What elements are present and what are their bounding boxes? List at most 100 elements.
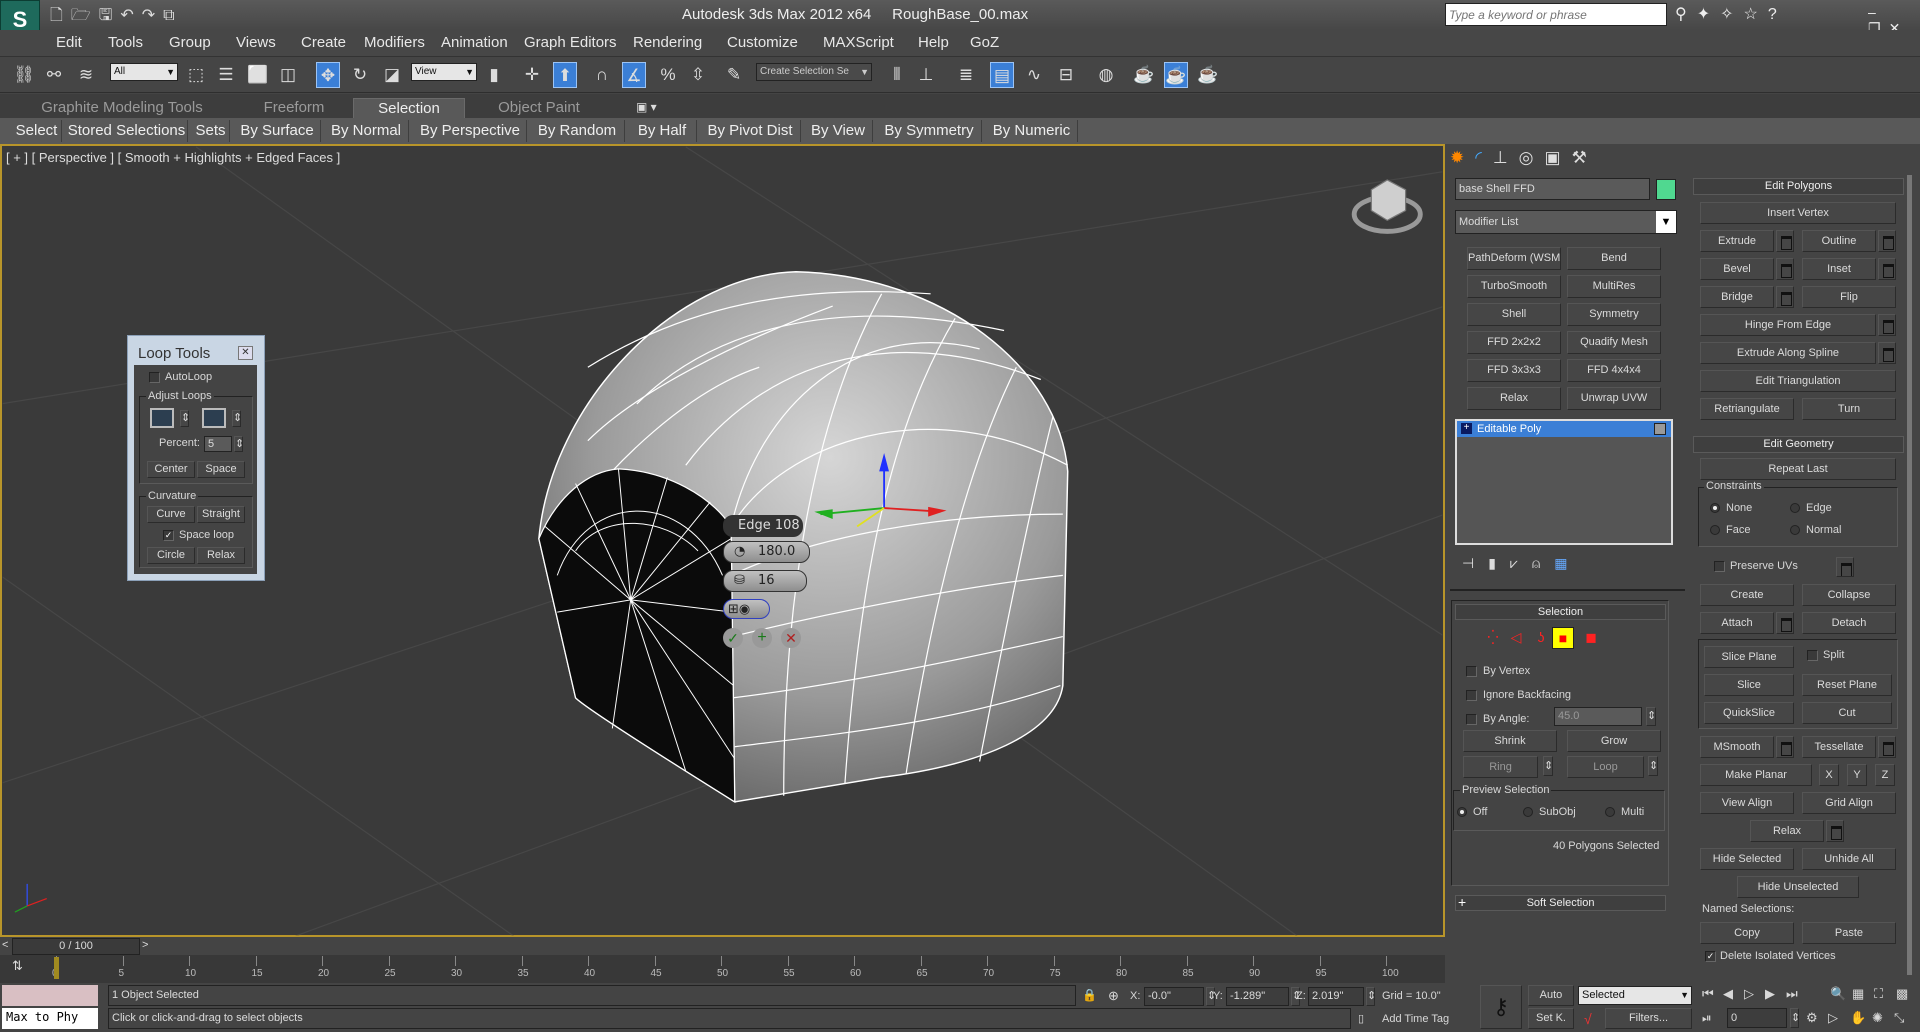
ribbon-button-by-perspective[interactable]: By Perspective xyxy=(414,120,527,142)
default-in-out-tangent-icon[interactable]: √ xyxy=(1584,1011,1592,1027)
unhide-all-button[interactable]: Unhide All xyxy=(1802,848,1896,870)
modifier-button-turbosmooth[interactable]: TurboSmooth xyxy=(1467,275,1561,298)
modifier-button-ffd-3x3x3[interactable]: FFD 3x3x3 xyxy=(1467,359,1561,382)
named-selection-dropdown[interactable]: Create Selection Se xyxy=(756,63,872,81)
select-manipulate-icon[interactable]: ✛ xyxy=(520,62,544,88)
quickslice-button[interactable]: QuickSlice xyxy=(1704,702,1794,724)
constraint-face-radio[interactable] xyxy=(1710,525,1720,535)
tessellate-settings-button[interactable] xyxy=(1878,736,1896,758)
utilities-tab-icon[interactable]: ⚒ xyxy=(1572,148,1598,167)
project-folder-icon[interactable]: ⧉ xyxy=(163,7,182,24)
menu-help[interactable]: Help xyxy=(918,34,949,51)
caddy-segments-field[interactable]: ⛁ 16 xyxy=(723,570,807,592)
zoom-extents-all-icon[interactable]: ▦ xyxy=(1852,986,1864,1002)
display-tab-icon[interactable]: ▣ xyxy=(1545,148,1572,167)
ribbon-button-stored-selections[interactable]: Stored Selections xyxy=(66,120,188,142)
z-button[interactable]: Z xyxy=(1875,764,1895,786)
ribbon-tab-freeform[interactable]: Freeform xyxy=(251,98,337,118)
retri-button[interactable]: Retriangulate xyxy=(1700,398,1794,420)
curve-button[interactable]: Curve xyxy=(147,506,195,523)
auto-key-button[interactable]: Auto xyxy=(1528,985,1574,1006)
inset-button[interactable]: Inset xyxy=(1802,258,1876,280)
y-coord-input[interactable]: -1.289" xyxy=(1226,987,1289,1006)
pan-view-icon[interactable]: ✋ xyxy=(1850,1010,1866,1026)
percent-spinner[interactable]: ⇕ xyxy=(234,436,243,452)
edit-geometry-rollout-header[interactable]: Edit Geometry xyxy=(1693,436,1904,453)
autoloop-checkbox[interactable] xyxy=(149,372,160,383)
reference-coordinate-dropdown[interactable]: View xyxy=(411,63,477,81)
motion-tab-icon[interactable]: ◎ xyxy=(1519,148,1545,167)
unlink-icon[interactable]: ⚯ xyxy=(42,62,66,88)
extrude-spline-button[interactable]: Extrude Along Spline xyxy=(1700,342,1876,364)
caddy-apply-button[interactable]: + xyxy=(752,628,772,648)
spinner-snap-icon[interactable]: ⇳ xyxy=(686,62,710,88)
preview-multi-radio[interactable] xyxy=(1605,807,1615,817)
bridge-button[interactable]: Bridge xyxy=(1700,286,1774,308)
outline-button[interactable]: Outline xyxy=(1802,230,1876,252)
subscription-icon[interactable]: ✦ xyxy=(1697,6,1720,23)
space-button[interactable]: Space xyxy=(197,461,245,478)
remove-modifier-icon[interactable]: ⍝ xyxy=(1532,555,1554,571)
zoom-extents-icon[interactable]: ⛶ xyxy=(1874,986,1883,1002)
save-icon[interactable]: 🖫 xyxy=(99,7,121,24)
loop-tools-close-button[interactable]: ✕ xyxy=(238,346,253,360)
by-angle-spinner[interactable]: ⇕ xyxy=(1646,707,1656,726)
modifier-list-dropdown[interactable]: Modifier List ▼ xyxy=(1455,210,1677,234)
ribbon-tab-selection[interactable]: Selection xyxy=(353,98,465,118)
menu-views[interactable]: Views xyxy=(236,34,276,51)
loop-grow-icon[interactable] xyxy=(202,408,226,428)
modifier-button-quadify-mesh[interactable]: Quadify Mesh xyxy=(1567,331,1661,354)
ribbon-tab-object-paint[interactable]: Object Paint xyxy=(484,98,594,118)
object-color-swatch[interactable] xyxy=(1656,179,1676,200)
prev-frame-arrow[interactable]: < xyxy=(2,939,8,951)
ribbon-tab-graphite-modeling-tools[interactable]: Graphite Modeling Tools xyxy=(24,98,220,118)
reset-plane-button[interactable]: Reset Plane xyxy=(1802,674,1892,696)
bridge-settings-button[interactable] xyxy=(1776,286,1794,308)
set-key-icon[interactable]: ⚷ xyxy=(1480,985,1522,1029)
space-loop-checkbox[interactable]: ✓ xyxy=(163,530,174,541)
modifier-button-bend[interactable]: Bend xyxy=(1567,247,1661,270)
selection-lock-icon[interactable]: 🔒 xyxy=(1082,988,1097,1002)
stack-item-toggle[interactable] xyxy=(1654,423,1666,435)
attach-button[interactable]: Attach xyxy=(1700,612,1774,634)
edit-polygons-rollout-header[interactable]: Edit Polygons xyxy=(1693,178,1904,195)
menu-goz[interactable]: GoZ xyxy=(970,34,999,51)
edit-named-selections-icon[interactable]: ✎ xyxy=(722,62,746,88)
maximize-viewport-icon[interactable]: ⤡ xyxy=(1894,1010,1904,1026)
preview-subobj-radio[interactable] xyxy=(1523,807,1533,817)
hide-unselected-button[interactable]: Hide Unselected xyxy=(1737,876,1859,898)
open-file-icon[interactable]: 🗁 xyxy=(71,7,99,24)
loop-spinner[interactable]: ⇕ xyxy=(1648,756,1658,776)
previous-frame-icon[interactable]: ◀ xyxy=(1723,986,1733,1002)
next-frame-icon[interactable]: ▶ xyxy=(1765,986,1775,1002)
show-end-result-icon[interactable]: ▮ xyxy=(1488,555,1510,571)
delete-isolated-checkbox[interactable]: ✓ xyxy=(1705,951,1716,962)
constraint-none-radio[interactable] xyxy=(1710,503,1720,513)
make-unique-icon[interactable]: ⩗ xyxy=(1510,555,1532,571)
straight-button[interactable]: Straight xyxy=(197,506,245,523)
y-button[interactable]: Y xyxy=(1847,764,1867,786)
msmooth-settings-button[interactable] xyxy=(1776,736,1794,758)
z-coord-input[interactable]: 2.019" xyxy=(1308,987,1364,1006)
render-production-icon[interactable]: ☕ xyxy=(1196,62,1220,88)
tessellate-button[interactable]: Tessellate xyxy=(1802,736,1876,758)
hierarchy-tab-icon[interactable]: ⊥ xyxy=(1493,148,1519,167)
slice-button[interactable]: Slice xyxy=(1704,674,1794,696)
bevel-settings-button[interactable] xyxy=(1776,258,1794,280)
pin-stack-icon[interactable]: ⊣ xyxy=(1462,555,1488,571)
link-icon[interactable]: ⛓ xyxy=(12,62,36,88)
extrude-button[interactable]: Extrude xyxy=(1700,230,1774,252)
maxscript-listener-pink[interactable] xyxy=(2,985,98,1006)
modifier-button-symmetry[interactable]: Symmetry xyxy=(1567,303,1661,326)
loop-button[interactable]: Loop xyxy=(1567,756,1644,778)
ribbon-button-by-pivot-dist[interactable]: By Pivot Dist xyxy=(700,120,801,142)
configure-modifier-sets-icon[interactable]: ▦ xyxy=(1554,555,1581,571)
by-angle-input[interactable]: 45.0 xyxy=(1554,707,1642,726)
selection-rollout-header[interactable]: Selection xyxy=(1455,604,1666,620)
select-and-scale-icon[interactable]: ◪ xyxy=(380,62,404,88)
x-coord-input[interactable]: -0.0" xyxy=(1144,987,1204,1006)
extrude-settings-button[interactable] xyxy=(1776,230,1794,252)
inset-settings-button[interactable] xyxy=(1878,258,1896,280)
add-time-tag[interactable]: Add Time Tag xyxy=(1382,1013,1449,1025)
circle-button[interactable]: Circle xyxy=(147,547,195,564)
